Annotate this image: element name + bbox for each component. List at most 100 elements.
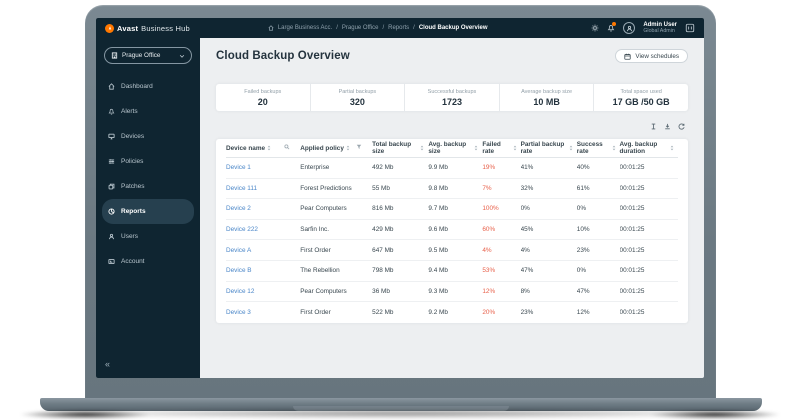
cell-duration: 00:01:25 <box>620 247 678 254</box>
sidebar-item-reports[interactable]: Reports <box>102 199 194 224</box>
device-link[interactable]: Device B <box>226 267 300 274</box>
cell-policy: Enterprise <box>300 164 372 171</box>
cell-partial-rate: 0% <box>521 205 577 212</box>
refresh-icon[interactable] <box>678 117 685 135</box>
org-selector-label: Prague Office <box>122 52 160 59</box>
device-link[interactable]: Device 2 <box>226 205 300 212</box>
breadcrumb-item[interactable]: Reports <box>388 25 409 31</box>
avast-logo-icon <box>105 24 114 33</box>
table-row: Device A First Order 647 Mb 9.5 Mb 4% 4%… <box>226 240 678 261</box>
sidebar-collapse-button[interactable]: « <box>96 359 200 378</box>
column-header-avg-backup-size[interactable]: Avg. backup size <box>428 141 482 155</box>
org-selector[interactable]: Prague Office <box>104 47 192 64</box>
sidebar-item-account[interactable]: Account <box>102 249 194 274</box>
cell-policy: First Order <box>300 309 372 316</box>
cell-success-rate: 23% <box>577 247 620 254</box>
device-link[interactable]: Device 12 <box>226 288 300 295</box>
cell-partial-rate: 45% <box>521 226 577 233</box>
breadcrumb-item[interactable]: Large Business Acc. <box>278 25 332 31</box>
sidebar-item-users[interactable]: Users <box>102 224 194 249</box>
table-toolbar <box>216 117 685 135</box>
breadcrumb-item-current: Cloud Backup Overview <box>419 25 488 31</box>
cell-partial-rate: 4% <box>521 247 577 254</box>
table-header-row: Device name Applied policy Total backup <box>226 139 678 158</box>
bell-icon <box>108 108 115 115</box>
cell-failed-rate: 19% <box>482 164 520 171</box>
cell-failed-rate: 53% <box>482 267 520 274</box>
cell-total-size: 429 Mb <box>372 226 428 233</box>
column-header-success-rate[interactable]: Success rate <box>577 141 620 155</box>
cell-policy: The Rebellion <box>300 267 372 274</box>
sidebar-item-label: Reports <box>121 208 146 215</box>
sidebar-item-label: Account <box>121 258 145 265</box>
sidebar-item-patches[interactable]: Patches <box>102 174 194 199</box>
device-link[interactable]: Device 111 <box>226 185 300 192</box>
settings-gear-icon[interactable] <box>591 24 599 32</box>
laptop-foot-shadow <box>650 410 780 419</box>
sidebar: Prague Office Dashboard Alerts Devices <box>96 38 200 378</box>
notification-badge <box>612 22 616 26</box>
cell-total-size: 55 Mb <box>372 185 428 192</box>
cell-total-size: 522 Mb <box>372 309 428 316</box>
stat-value: 10 MB <box>533 97 560 107</box>
home-icon[interactable] <box>268 25 274 31</box>
stat-label: Total space used <box>621 89 662 95</box>
column-header-partial-backup-rate[interactable]: Partial backup rate <box>521 141 577 155</box>
notifications-bell-icon[interactable] <box>607 24 615 32</box>
cell-avg-size: 9.8 Mb <box>428 185 482 192</box>
home-icon <box>108 83 115 90</box>
column-header-applied-policy[interactable]: Applied policy <box>300 144 372 152</box>
sidebar-item-label: Dashboard <box>121 83 153 90</box>
sort-icon[interactable] <box>267 145 271 151</box>
view-schedules-button[interactable]: View schedules <box>615 49 688 63</box>
table-row: Device 2 Pear Computers 816 Mb 9.7 Mb 10… <box>226 199 678 220</box>
cell-duration: 00:01:25 <box>620 226 678 233</box>
search-icon[interactable] <box>284 144 290 152</box>
table-row: Device B The Rebellion 798 Mb 9.4 Mb 53%… <box>226 261 678 282</box>
cell-duration: 00:01:25 <box>620 164 678 171</box>
cell-success-rate: 0% <box>577 205 620 212</box>
cell-total-size: 816 Mb <box>372 205 428 212</box>
sidebar-item-alerts[interactable]: Alerts <box>102 99 194 124</box>
stats-summary-bar: Failed backups 20 Partial backups 320 Su… <box>216 84 688 111</box>
sort-icon[interactable] <box>670 145 674 151</box>
cell-policy: Pear Computers <box>300 205 372 212</box>
chevron-down-icon <box>179 53 185 59</box>
cell-avg-size: 9.5 Mb <box>428 247 482 254</box>
user-avatar[interactable] <box>623 22 635 34</box>
column-header-failed-rate[interactable]: Failed rate <box>482 141 520 155</box>
sort-icon[interactable] <box>513 145 517 151</box>
cell-policy: First Order <box>300 247 372 254</box>
breadcrumb-separator: / <box>382 25 384 31</box>
column-header-device-name[interactable]: Device name <box>226 144 300 152</box>
filter-funnel-icon[interactable] <box>356 144 362 152</box>
apps-launcher-icon[interactable] <box>685 23 695 33</box>
device-link[interactable]: Device 222 <box>226 226 300 233</box>
sort-icon[interactable] <box>474 145 478 151</box>
laptop-foot-shadow <box>20 410 150 419</box>
stat-label: Average backup size <box>521 89 572 95</box>
breadcrumb-item[interactable]: Prague Office <box>342 25 379 31</box>
sidebar-item-devices[interactable]: Devices <box>102 124 194 149</box>
sort-icon[interactable] <box>569 145 573 151</box>
stat-value: 1723 <box>442 97 462 107</box>
columns-icon[interactable] <box>650 117 657 135</box>
column-header-avg-backup-duration[interactable]: Avg. backup duration <box>620 141 678 155</box>
column-header-total-backup-size[interactable]: Total backup size <box>372 141 428 155</box>
stat-total-space-used: Total space used 17 GB /50 GB <box>594 84 688 111</box>
user-menu[interactable]: Admin User Global Admin <box>643 22 677 35</box>
device-link[interactable]: Device 1 <box>226 164 300 171</box>
brand-name-bold: Avast <box>117 24 138 33</box>
stat-partial-backups: Partial backups 320 <box>311 84 406 111</box>
main-content: Cloud Backup Overview View schedules Fai… <box>200 38 704 378</box>
sidebar-item-dashboard[interactable]: Dashboard <box>102 74 194 99</box>
brand-logo[interactable]: Avast Business Hub <box>105 24 190 33</box>
sidebar-item-policies[interactable]: Policies <box>102 149 194 174</box>
sort-icon[interactable] <box>346 145 350 151</box>
cell-failed-rate: 4% <box>482 247 520 254</box>
sort-icon[interactable] <box>420 145 424 151</box>
sort-icon[interactable] <box>612 145 616 151</box>
device-link[interactable]: Device 3 <box>226 309 300 316</box>
device-link[interactable]: Device A <box>226 247 300 254</box>
download-icon[interactable] <box>664 117 671 135</box>
